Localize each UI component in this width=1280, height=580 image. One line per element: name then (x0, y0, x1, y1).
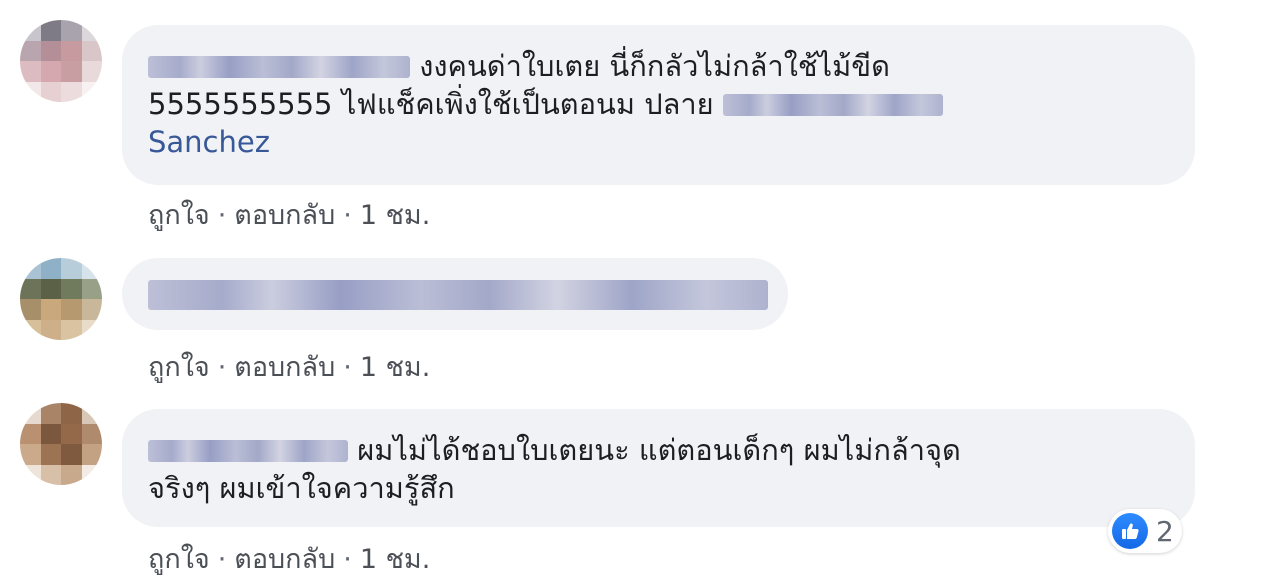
comment-bubble (122, 258, 788, 330)
reply-link[interactable]: ตอบกลับ (234, 352, 335, 383)
like-link[interactable]: ถูกใจ (148, 352, 210, 383)
avatar[interactable] (20, 258, 102, 340)
separator: · (217, 200, 227, 231)
avatar[interactable] (20, 403, 102, 485)
reply-link[interactable]: ตอบกลับ (234, 544, 335, 575)
comment-1: งงคนด่าใบเตย นี่ก็กลัวไม่กล้าใช้ไม้ขีด 5… (0, 0, 1280, 235)
comment-text-line: 5555555555 ไฟแช็คเพิ่งใช้เป็นตอนม ปลาย (148, 87, 714, 121)
comment-text-line: จริงๆ ผมเข้าใจความรู้สึก (148, 471, 455, 505)
comment-2: ถูกใจ · ตอบกลับ · 1 ชม. (0, 240, 1280, 390)
reaction-summary[interactable]: 2 (1108, 509, 1182, 553)
separator: · (217, 544, 227, 575)
comment-line-2: 5555555555 ไฟแช็คเพิ่งใช้เป็นตอนม ปลาย (148, 85, 1165, 123)
author-name-redacted[interactable] (148, 440, 348, 462)
comment-3: ผมไม่ได้ชอบใบเตยนะ แต่ตอนเด็กๆ ผมไม่กล้า… (0, 395, 1280, 579)
separator: · (343, 200, 352, 231)
comment-text: ผมไม่ได้ชอบใบเตยนะ แต่ตอนเด็กๆ ผมไม่กล้า… (357, 433, 961, 467)
reaction-count: 2 (1156, 514, 1174, 548)
comment-actions: ถูกใจ · ตอบกลับ · 1 ชม. (148, 193, 430, 236)
separator: · (343, 352, 352, 383)
comment-bubble: งงคนด่าใบเตย นี่ก็กลัวไม่กล้าใช้ไม้ขีด 5… (122, 25, 1195, 185)
mention-link[interactable]: Sanchez (148, 125, 270, 159)
avatar[interactable] (20, 20, 102, 102)
comment-actions: ถูกใจ · ตอบกลับ · 1 ชม. (148, 345, 430, 388)
comment-bubble: ผมไม่ได้ชอบใบเตยนะ แต่ตอนเด็กๆ ผมไม่กล้า… (122, 409, 1195, 527)
comment-text: งงคนด่าใบเตย นี่ก็กลัวไม่กล้าใช้ไม้ขีด (419, 49, 890, 83)
separator: · (217, 352, 227, 383)
comment-line-1: งงคนด่าใบเตย นี่ก็กลัวไม่กล้าใช้ไม้ขีด (148, 47, 1165, 85)
timestamp[interactable]: 1 ชม. (360, 544, 430, 575)
comment-text-redacted (148, 280, 768, 310)
reply-link[interactable]: ตอบกลับ (234, 200, 335, 231)
like-link[interactable]: ถูกใจ (148, 200, 210, 231)
comment-actions: ถูกใจ · ตอบกลับ · 1 ชม. (148, 537, 430, 580)
comment-line-1: ผมไม่ได้ชอบใบเตยนะ แต่ตอนเด็กๆ ผมไม่กล้า… (148, 431, 1165, 469)
mention-redacted[interactable] (722, 94, 943, 116)
thumbs-up-glyph (1122, 523, 1139, 539)
separator: · (343, 544, 352, 575)
timestamp[interactable]: 1 ชม. (360, 200, 430, 231)
comment-line-3: Sanchez (148, 123, 1165, 161)
author-name-redacted[interactable] (148, 56, 410, 78)
timestamp[interactable]: 1 ชม. (360, 352, 430, 383)
like-link[interactable]: ถูกใจ (148, 544, 210, 575)
like-thumb-icon (1112, 513, 1148, 549)
comment-line-2: จริงๆ ผมเข้าใจความรู้สึก (148, 469, 1165, 507)
